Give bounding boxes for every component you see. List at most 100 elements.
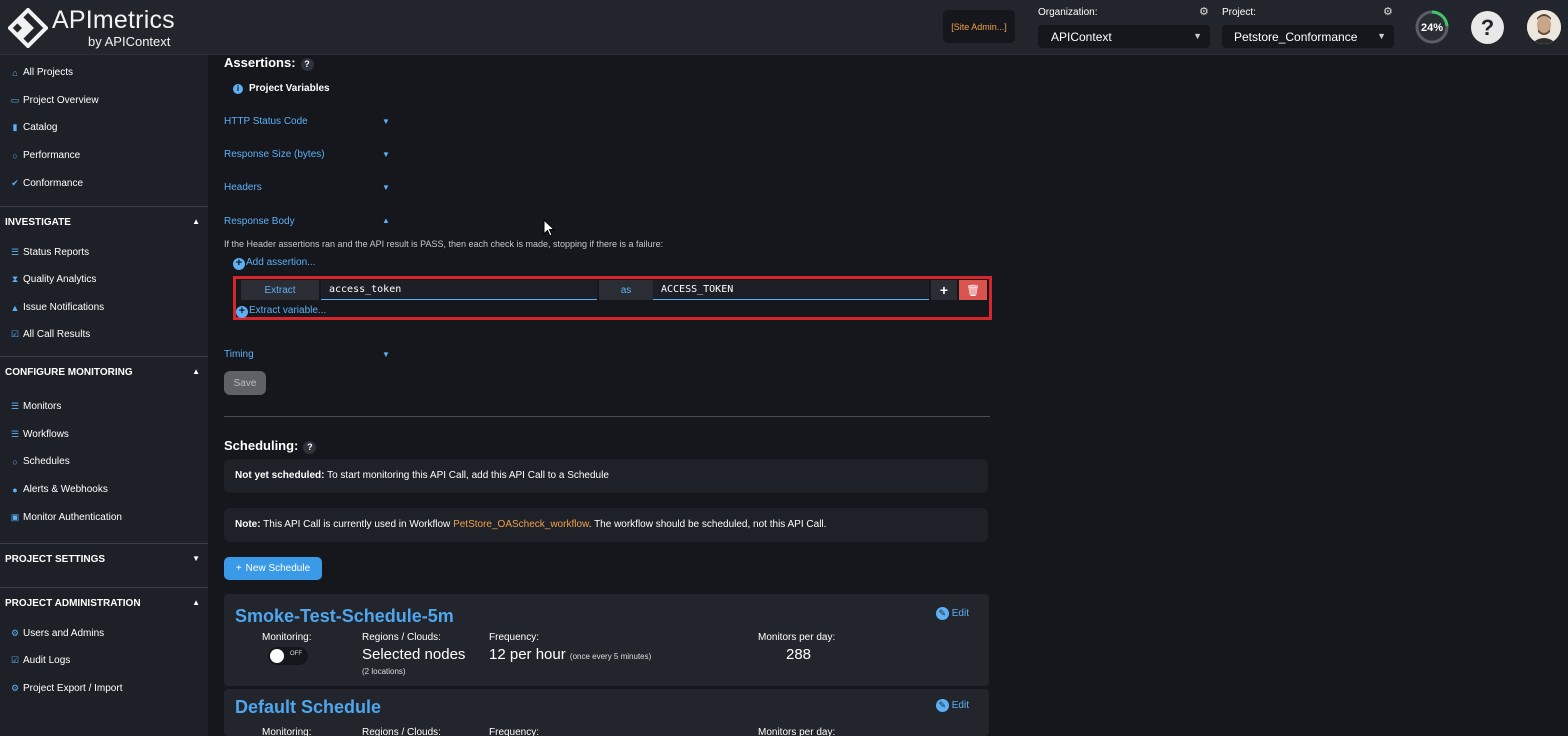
- sidebar-item-label: Issue Notifications: [23, 302, 105, 313]
- sidebar-item-schedules[interactable]: ○ Schedules: [10, 456, 70, 467]
- sidebar-item-project-export-import[interactable]: ⚙ Project Export / Import: [10, 683, 123, 694]
- toggle-state: OFF: [290, 651, 302, 657]
- caret-down-icon: ▼: [1193, 31, 1202, 41]
- plus-icon: +: [939, 282, 949, 298]
- progress-indicator[interactable]: 24%: [1415, 10, 1449, 44]
- new-schedule-button[interactable]: + New Schedule: [224, 557, 322, 580]
- checkbox-icon: ☑: [10, 329, 20, 339]
- new-schedule-label: New Schedule: [245, 563, 311, 574]
- delete-extract-button[interactable]: 🗑: [959, 280, 987, 300]
- caret-down-icon: ▼: [1377, 31, 1386, 41]
- help-icon[interactable]: ?: [303, 441, 317, 454]
- sidebar-item-catalog[interactable]: ▮ Catalog: [10, 122, 58, 133]
- sidebar-item-workflows[interactable]: ☰ Workflows: [10, 429, 69, 440]
- sidebar-item-monitor-authentication[interactable]: ▣ Monitor Authentication: [10, 512, 122, 523]
- list-icon: ☰: [10, 247, 20, 257]
- schedule-name[interactable]: Smoke-Test-Schedule-5m: [235, 606, 454, 627]
- extract-path-input[interactable]: access_token: [321, 280, 597, 300]
- sidebar-item-all-projects[interactable]: ⌂ All Projects: [10, 67, 73, 78]
- schedule-card: Smoke-Test-Schedule-5m ✎ Edit Monitoring:…: [224, 594, 989, 686]
- organization-gear-icon[interactable]: ⚙: [1199, 5, 1209, 18]
- accordion-response-body[interactable]: Response Body: [224, 216, 295, 227]
- sidebar-item-label: Conformance: [23, 178, 84, 189]
- sidebar-item-users-admins[interactable]: ⚙ Users and Admins: [10, 628, 104, 639]
- project-gear-icon[interactable]: ⚙: [1383, 5, 1393, 18]
- edit-label: Edit: [951, 608, 969, 619]
- workflow-link[interactable]: PetStore_OAScheck_workflow: [453, 519, 589, 530]
- add-assertion-link[interactable]: + Add assertion...: [233, 257, 315, 270]
- extract-label: Extract: [241, 280, 319, 300]
- sidebar-item-all-call-results[interactable]: ☑ All Call Results: [10, 329, 90, 340]
- sidebar-item-issue-notifications[interactable]: ▲ Issue Notifications: [10, 302, 105, 313]
- frequency-main: 12 per hour: [489, 646, 566, 663]
- gauge-icon: ○: [12, 150, 18, 161]
- sidebar-item-label: Quality Analytics: [23, 274, 97, 285]
- user-avatar[interactable]: [1527, 10, 1561, 44]
- check-icon: ✔: [11, 178, 19, 188]
- sidebar-item-conformance[interactable]: ✔ Conformance: [10, 178, 83, 189]
- regions-label: Regions / Clouds:: [362, 727, 441, 736]
- sidebar: ⌂ All Projects ▭ Project Overview ▮ Catalog…: [0, 55, 208, 736]
- project-variables-row[interactable]: i Project Variables: [233, 83, 330, 94]
- sidebar-item-label: Workflows: [23, 429, 69, 440]
- caret-down-icon[interactable]: ▼: [382, 350, 390, 359]
- sidebar-item-performance[interactable]: ○ Performance: [10, 150, 80, 161]
- sidebar-item-label: Schedules: [23, 456, 70, 467]
- save-button[interactable]: Save: [224, 371, 266, 395]
- sidebar-item-quality-analytics[interactable]: ⧗ Quality Analytics: [10, 274, 97, 285]
- checkbox-icon: ☑: [10, 655, 20, 665]
- response-body-info-text: If the Header assertions ran and the API…: [224, 239, 664, 249]
- organization-label: Organization:: [1038, 7, 1098, 18]
- regions-label: Regions / Clouds:: [362, 632, 441, 643]
- monitors-per-day-label: Monitors per day:: [758, 632, 836, 643]
- help-icon[interactable]: ?: [300, 58, 314, 71]
- site-admin-button[interactable]: [Site Admin...]: [943, 10, 1015, 43]
- edit-schedule-button[interactable]: ✎ Edit: [935, 607, 969, 620]
- brand-name: APImetrics: [52, 6, 175, 34]
- bell-icon: ▲: [10, 302, 20, 313]
- organization-select[interactable]: APIContext ▼: [1038, 25, 1210, 48]
- extract-variable-link[interactable]: + Extract variable...: [236, 305, 326, 318]
- sidebar-item-label: Catalog: [23, 122, 58, 133]
- project-select[interactable]: Petstore_Conformance ▼: [1222, 25, 1394, 48]
- monitoring-label: Monitoring:: [262, 632, 312, 643]
- caret-up-icon[interactable]: ▲: [382, 216, 390, 225]
- sidebar-section-project-settings[interactable]: PROJECT SETTINGS ▼: [0, 543, 208, 573]
- sidebar-section-investigate[interactable]: INVESTIGATE ▲: [0, 206, 208, 236]
- note-tail: . The workflow should be scheduled, not …: [588, 519, 827, 530]
- sidebar-item-alerts-webhooks[interactable]: ● Alerts & Webhooks: [10, 484, 108, 495]
- scheduling-title: Scheduling:: [224, 438, 299, 453]
- toggle-knob: [270, 649, 284, 663]
- pencil-icon: ✎: [935, 699, 949, 712]
- sidebar-item-monitors[interactable]: ☰ Monitors: [10, 401, 61, 412]
- monitoring-toggle[interactable]: OFF: [268, 647, 308, 665]
- sidebar-item-status-reports[interactable]: ☰ Status Reports: [10, 247, 89, 258]
- sidebar-item-project-overview[interactable]: ▭ Project Overview: [10, 95, 99, 106]
- note-bold: Note:: [235, 519, 261, 530]
- caret-down-icon[interactable]: ▼: [382, 150, 390, 159]
- schedule-name[interactable]: Default Schedule: [235, 697, 381, 718]
- mouse-cursor-icon: [543, 219, 555, 237]
- edit-schedule-button[interactable]: ✎ Edit: [935, 699, 969, 712]
- sidebar-item-label: Project Overview: [23, 95, 99, 106]
- notice-text: To start monitoring this API Call, add t…: [327, 470, 609, 481]
- variable-name-input[interactable]: ACCESS_TOKEN: [653, 280, 929, 300]
- gear-icon: ⚙: [10, 683, 20, 693]
- caret-down-icon[interactable]: ▼: [382, 117, 390, 126]
- sidebar-item-label: Status Reports: [23, 247, 90, 258]
- sidebar-section-project-administration[interactable]: PROJECT ADMINISTRATION ▲: [0, 587, 208, 617]
- extract-variable-label: Extract variable...: [249, 305, 327, 316]
- caret-down-icon[interactable]: ▼: [382, 183, 390, 192]
- apimetrics-logo-icon[interactable]: [8, 8, 48, 48]
- not-scheduled-notice: Not yet scheduled: To start monitoring t…: [224, 459, 988, 493]
- accordion-http-status-code[interactable]: HTTP Status Code: [224, 116, 308, 127]
- sidebar-section-configure-monitoring[interactable]: CONFIGURE MONITORING ▲: [0, 356, 208, 386]
- stack-icon: ☰: [10, 429, 20, 439]
- accordion-response-size[interactable]: Response Size (bytes): [224, 149, 325, 160]
- add-extract-button[interactable]: +: [931, 280, 957, 300]
- help-button[interactable]: ?: [1471, 11, 1504, 44]
- main-content: Assertions:? i Project Variables HTTP Sta…: [208, 55, 1568, 736]
- sidebar-item-audit-logs[interactable]: ☑ Audit Logs: [10, 655, 70, 666]
- accordion-timing[interactable]: Timing: [224, 349, 254, 360]
- accordion-headers[interactable]: Headers: [224, 182, 262, 193]
